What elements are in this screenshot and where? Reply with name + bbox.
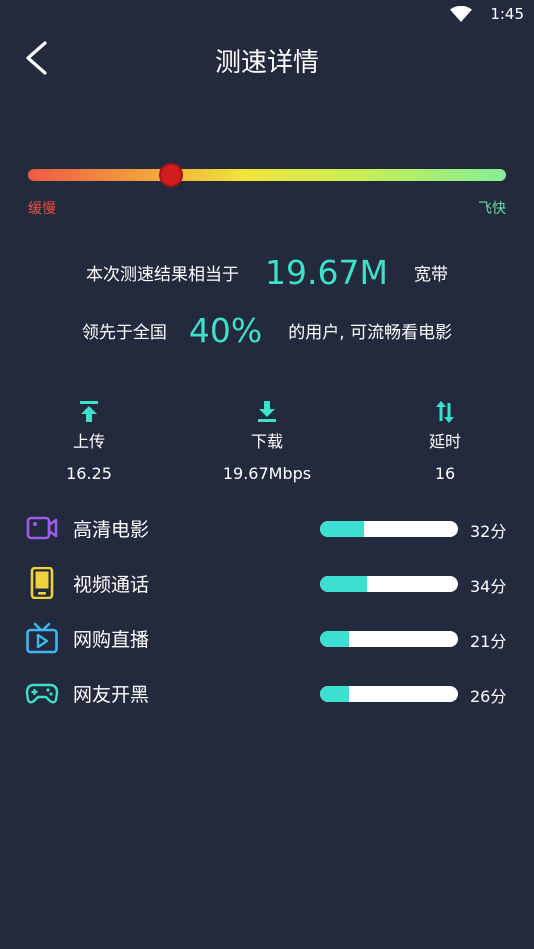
gamepad-icon — [25, 683, 59, 704]
score-label: 高清电影 — [73, 519, 150, 541]
status-time: 1:45 — [490, 5, 524, 23]
result-line-rank: 领先于全国 40% 的用户, 可流畅看电影 — [0, 311, 534, 350]
download-icon — [258, 401, 276, 422]
tv-icon — [26, 622, 58, 654]
stat-upload-value: 16.25 — [66, 464, 112, 483]
score-row-gaming: 网友开黑 26分 — [0, 675, 534, 711]
score-bar — [320, 576, 458, 592]
score-value: 32分 — [470, 522, 507, 541]
rank-suffix: 的用户, 可流畅看电影 — [288, 323, 453, 343]
score-row-video-call: 视频通话 34分 — [0, 565, 534, 601]
score-value: 21分 — [470, 632, 507, 651]
page-title: 测速详情 — [214, 48, 319, 78]
slow-label: 缓慢 — [28, 201, 56, 217]
score-bar — [320, 631, 458, 647]
speed-gauge-marker — [159, 163, 184, 187]
stat-download-value: 19.67Mbps — [222, 464, 312, 483]
stat-download: 下载 19.67Mbps — [197, 398, 337, 483]
status-bar: 1:45 — [0, 0, 534, 30]
score-label: 网友开黑 — [73, 684, 150, 706]
score-label: 网购直播 — [73, 629, 150, 651]
rank-prefix: 领先于全国 — [81, 323, 167, 343]
score-value: 34分 — [470, 577, 507, 596]
bandwidth-prefix: 本次测速结果相当于 — [86, 265, 240, 285]
speed-gauge-track — [28, 169, 506, 181]
score-row-hd-movie: 高清电影 32分 — [0, 510, 534, 546]
score-bar — [320, 686, 458, 702]
score-bar-fill — [320, 686, 349, 702]
speed-detail-screen: 1:45 测速详情 缓慢 飞快 本次测速结果相当于 19.67M 宽带 领先于全… — [0, 0, 534, 949]
score-label: 视频通话 — [73, 574, 150, 596]
video-camera-icon — [26, 516, 58, 540]
stat-latency-value: 16 — [434, 464, 456, 483]
score-bar-fill — [320, 576, 367, 592]
score-row-live-shopping: 网购直播 21分 — [0, 620, 534, 656]
latency-icon — [436, 401, 454, 423]
stat-latency-label: 延时 — [428, 432, 461, 451]
stat-upload: 上传 16.25 — [19, 398, 159, 483]
stat-download-label: 下载 — [250, 432, 283, 451]
speed-stats: 上传 16.25 下载 19.67Mbps 延时 16 — [0, 398, 534, 488]
upload-icon — [80, 401, 98, 422]
fast-label: 飞快 — [478, 201, 506, 217]
rank-value: 40% — [188, 311, 263, 350]
score-bar-fill — [320, 521, 365, 537]
bandwidth-suffix: 宽带 — [413, 265, 448, 285]
wifi-icon — [450, 6, 472, 22]
score-bar — [320, 521, 458, 537]
bandwidth-value: 19.67M — [265, 253, 388, 292]
stat-latency: 延时 16 — [375, 398, 515, 483]
result-line-bandwidth: 本次测速结果相当于 19.67M 宽带 — [0, 253, 534, 292]
score-value: 26分 — [470, 687, 507, 706]
score-bar-fill — [320, 631, 349, 647]
phone-icon — [30, 567, 54, 599]
stat-upload-label: 上传 — [72, 432, 105, 451]
